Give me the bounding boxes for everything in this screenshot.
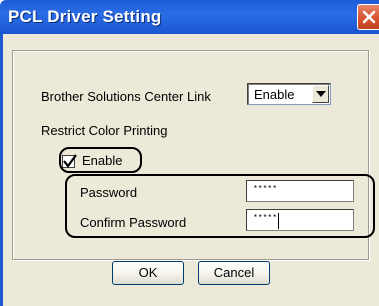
solutions-center-label: Brother Solutions Center Link <box>41 89 211 104</box>
window-title: PCL Driver Setting <box>8 7 162 26</box>
confirm-password-label: Confirm Password <box>80 215 187 230</box>
check-icon <box>63 154 77 168</box>
chevron-down-icon <box>316 91 326 97</box>
password-field[interactable]: ***** <box>246 180 354 202</box>
confirm-password-field[interactable]: ***** <box>246 209 354 231</box>
close-icon <box>362 10 376 24</box>
cancel-button[interactable]: Cancel <box>198 261 270 285</box>
ok-button[interactable]: OK <box>112 261 184 285</box>
solutions-center-value: Enable <box>254 87 295 102</box>
pcl-driver-setting-dialog: PCL Driver Setting Brother Solutions Cen… <box>0 0 379 306</box>
restrict-color-label: Restrict Color Printing <box>41 123 168 138</box>
enable-label[interactable]: Enable <box>82 153 122 168</box>
text-caret <box>278 213 279 229</box>
dropdown-button[interactable] <box>312 85 329 103</box>
password-label: Password <box>80 185 138 200</box>
solutions-center-select[interactable]: Enable <box>247 83 331 105</box>
close-button[interactable] <box>357 4 379 30</box>
title-bar[interactable]: PCL Driver Setting <box>0 0 379 34</box>
enable-checkbox[interactable] <box>62 154 77 168</box>
